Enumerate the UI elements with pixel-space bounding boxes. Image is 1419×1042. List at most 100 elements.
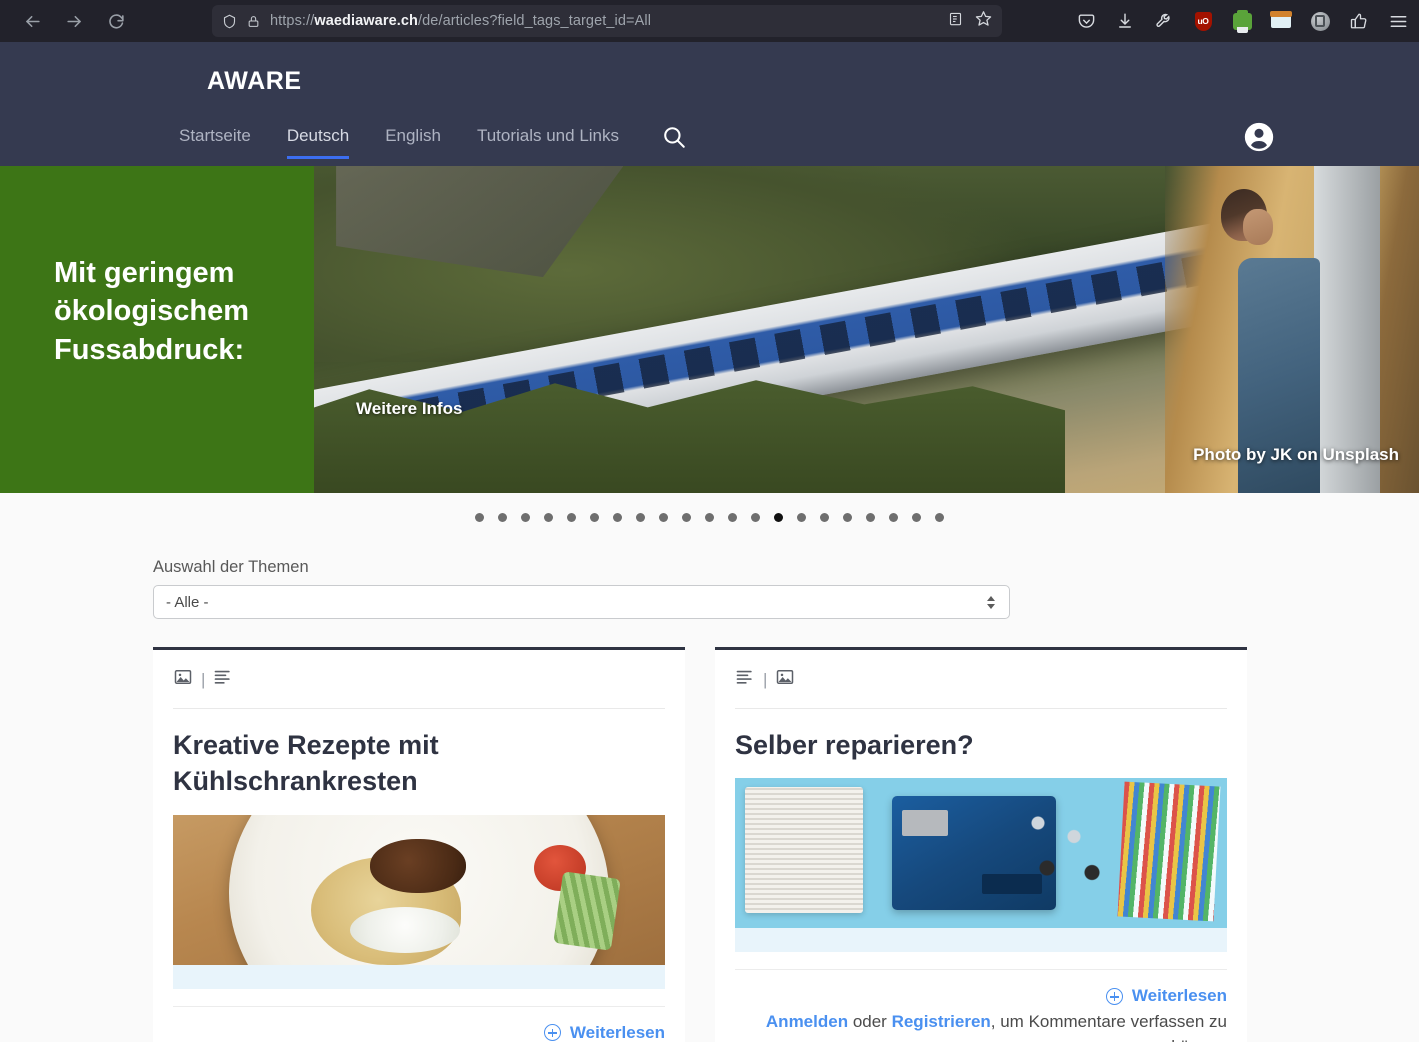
topic-select[interactable]: - Alle - <box>153 585 1010 619</box>
forward-button[interactable] <box>60 7 88 35</box>
hero-cta-link[interactable]: Weitere Infos <box>356 399 462 419</box>
browser-nav-buttons <box>10 7 130 35</box>
carousel-dot[interactable] <box>636 513 645 522</box>
article-image-caption-band <box>735 928 1227 953</box>
url-bar[interactable]: https://waediaware.ch/de/articles?field_… <box>212 5 1002 37</box>
read-more-label: Weiterlesen <box>1131 986 1227 1006</box>
carousel-dot[interactable] <box>820 513 829 522</box>
read-more-link[interactable]: Weiterlesen <box>735 986 1227 1006</box>
food-photo-cucumber <box>553 871 621 951</box>
carousel-dot[interactable] <box>843 513 852 522</box>
login-link[interactable]: Anmelden <box>766 1012 848 1031</box>
ublock-badge: uO <box>1194 11 1212 31</box>
read-more-link[interactable]: Weiterlesen <box>173 1023 665 1042</box>
food-photo-meat <box>369 838 466 893</box>
reader-view-icon[interactable] <box>948 11 963 32</box>
comment-note-middle: oder <box>848 1012 892 1032</box>
thumb-extension-icon[interactable] <box>1346 8 1372 34</box>
user-account-icon[interactable] <box>1242 120 1276 154</box>
carousel-dot[interactable] <box>728 513 737 522</box>
browser-toolbar-right: uO <box>1073 0 1411 42</box>
orange-extension-icon[interactable] <box>1268 8 1294 34</box>
orange-extension-glyph <box>1270 10 1292 28</box>
browser-chrome: https://waediaware.ch/de/articles?field_… <box>0 0 1419 42</box>
hero-image: Weitere Infos Photo by JK on Unsplash <box>314 166 1419 493</box>
ublock-origin-icon[interactable]: uO <box>1190 8 1216 34</box>
nav-item-deutsch[interactable]: Deutsch <box>269 120 367 159</box>
carousel-dot[interactable] <box>751 513 760 522</box>
main-navigation: Startseite Deutsch English Tutorials und… <box>161 120 689 159</box>
hero-photo-doorframe <box>1314 166 1381 493</box>
search-icon[interactable] <box>659 122 689 152</box>
text-lines-icon[interactable] <box>213 667 233 692</box>
url-text[interactable]: https://waediaware.ch/de/articles?field_… <box>270 13 938 29</box>
read-more-label: Weiterlesen <box>569 1022 665 1042</box>
hero-photo-person-face <box>1243 208 1274 245</box>
url-scheme: https:// <box>270 13 315 29</box>
text-lines-icon[interactable] <box>735 667 755 692</box>
carousel-dot[interactable] <box>705 513 714 522</box>
article-card[interactable]: | Kreative Rezepte mit Kühlschrankresten <box>153 647 685 1042</box>
chevron-updown-icon <box>987 595 995 609</box>
article-card[interactable]: | Selber reparieren? Weiterlesen Anmelde… <box>715 647 1247 1042</box>
register-link[interactable]: Registrieren <box>892 1012 991 1031</box>
article-image <box>735 778 1227 929</box>
article-image <box>173 814 665 965</box>
carousel-dot[interactable] <box>682 513 691 522</box>
back-button[interactable] <box>18 7 46 35</box>
article-title[interactable]: Kreative Rezepte mit Kühlschrankresten <box>173 727 665 800</box>
urlbar-actions <box>948 10 992 32</box>
carousel-dot[interactable] <box>797 513 806 522</box>
image-icon[interactable] <box>173 667 193 692</box>
carousel-dot[interactable] <box>866 513 875 522</box>
gray-privacy-extension-icon[interactable] <box>1307 8 1333 34</box>
hero-title: Mit geringem ökologischem Fussabdruck: <box>54 257 249 366</box>
article-divider <box>173 1005 665 1007</box>
reload-button[interactable] <box>102 7 130 35</box>
card-format-icons: | <box>173 650 665 709</box>
plus-circle-icon <box>1105 987 1123 1005</box>
plus-circle-icon <box>543 1024 561 1042</box>
carousel-dot[interactable] <box>521 513 530 522</box>
icon-separator: | <box>763 669 768 689</box>
topic-select-value: - Alle - <box>166 593 209 611</box>
carousel-dot[interactable] <box>475 513 484 522</box>
pocket-icon[interactable] <box>1073 8 1099 34</box>
tracking-shield-icon[interactable] <box>222 13 237 30</box>
comment-note-tail: , um Kommentare verfassen zu können <box>990 1012 1227 1042</box>
electronics-photo-jumper-wires <box>1117 782 1221 922</box>
url-path: /de/articles?field_tags_target_id=All <box>418 13 652 29</box>
carousel-dot[interactable] <box>912 513 921 522</box>
image-icon[interactable] <box>775 667 795 692</box>
wrench-tools-icon[interactable] <box>1151 8 1177 34</box>
nav-item-startseite[interactable]: Startseite <box>161 120 269 159</box>
lock-icon[interactable] <box>247 14 260 29</box>
main-content: Auswahl der Themen - Alle - | Kreative R… <box>0 542 1419 1042</box>
icon-separator: | <box>201 669 206 689</box>
carousel-dot[interactable] <box>659 513 668 522</box>
article-title[interactable]: Selber reparieren? <box>735 727 1227 763</box>
carousel-dot[interactable] <box>774 513 783 522</box>
green-extension-icon[interactable] <box>1229 8 1255 34</box>
hero-carousel: Mit geringem ökologischem Fussabdruck: W… <box>0 166 1419 493</box>
nav-item-english[interactable]: English <box>367 120 459 159</box>
star-bookmark-icon[interactable] <box>975 10 992 32</box>
carousel-dot[interactable] <box>544 513 553 522</box>
downloads-icon[interactable] <box>1112 8 1138 34</box>
comment-login-note: Anmelden oder Registrieren, um Kommentar… <box>735 1010 1227 1042</box>
site-logo[interactable]: AWARE <box>207 67 302 96</box>
carousel-dot[interactable] <box>567 513 576 522</box>
electronics-photo-components <box>1020 805 1111 896</box>
site-header: AWARE Startseite Deutsch English Tutoria… <box>0 42 1419 166</box>
food-photo-onion <box>350 906 461 953</box>
article-card-list: | Kreative Rezepte mit Kühlschrankresten <box>153 647 1247 1042</box>
carousel-dot[interactable] <box>590 513 599 522</box>
carousel-dot[interactable] <box>498 513 507 522</box>
hamburger-menu-icon[interactable] <box>1385 8 1411 34</box>
gray-extension-glyph <box>1310 11 1330 31</box>
carousel-dot[interactable] <box>613 513 622 522</box>
carousel-dot[interactable] <box>889 513 898 522</box>
nav-item-tutorials-und-links[interactable]: Tutorials und Links <box>459 120 637 159</box>
carousel-dot[interactable] <box>935 513 944 522</box>
carousel-dots <box>0 493 1419 542</box>
